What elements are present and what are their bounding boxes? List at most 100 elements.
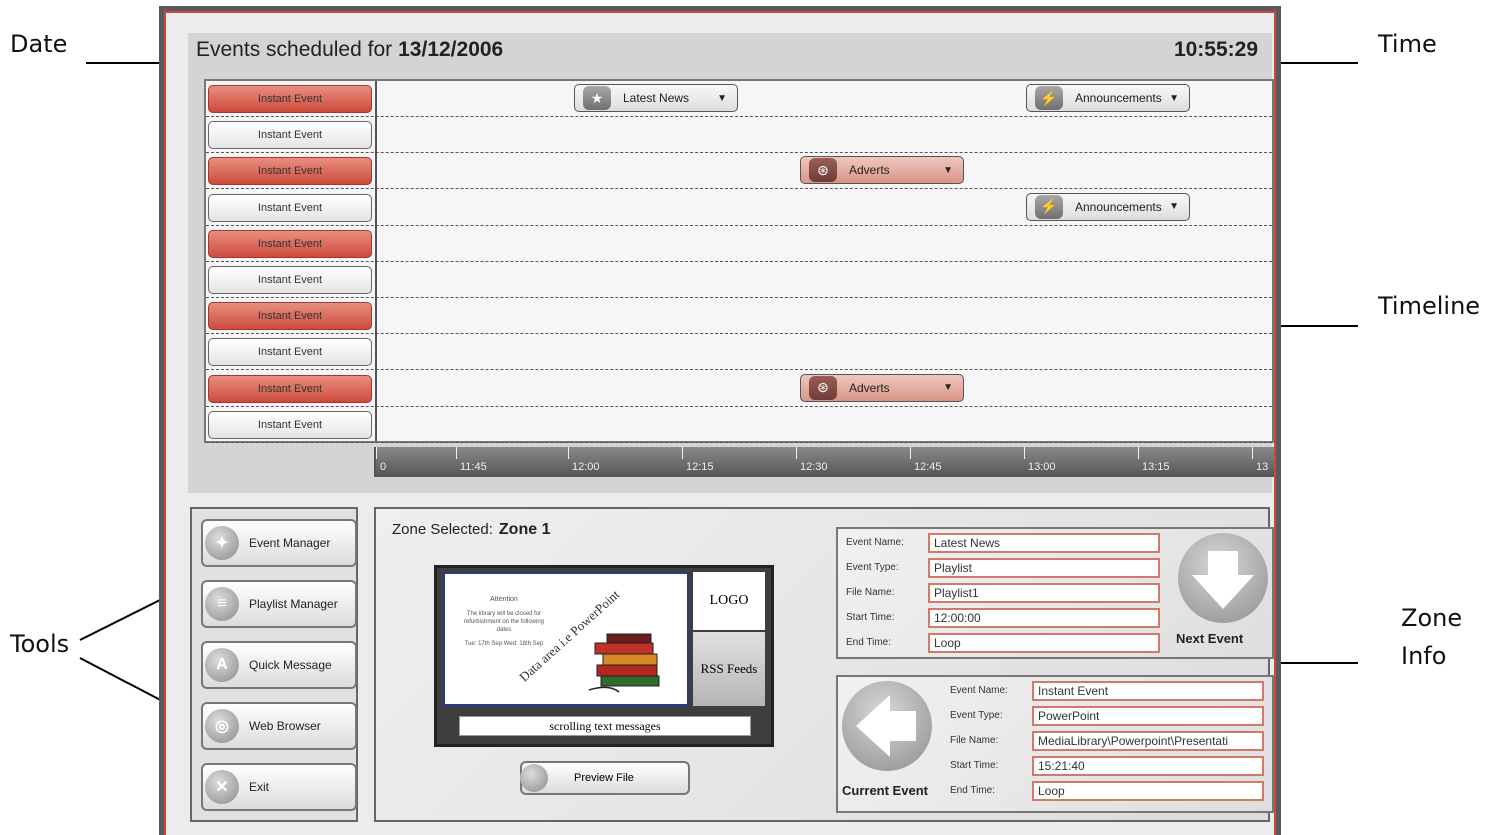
playlist-icon: ≡ (205, 587, 239, 621)
field-label: File Name: (950, 735, 999, 746)
scheduled-event[interactable]: ★ Latest News ▼ (574, 84, 738, 112)
timeline-tick: 12:15 (682, 447, 714, 477)
tool-label: Event Manager (249, 536, 331, 550)
next-event-title: Next Event (1176, 631, 1244, 646)
preview-file-button[interactable]: Preview File (520, 761, 690, 795)
zone-preview: Attention The library will be closed for… (434, 565, 774, 747)
preview-file-label: Preview File (574, 772, 634, 784)
timeline-row: Instant Event (206, 298, 1272, 335)
zone-selected-value: Zone 1 (498, 521, 551, 538)
tools-callout: Tools (10, 630, 70, 658)
schedule-date: 13/12/2006 (398, 38, 504, 61)
tool-button[interactable]: ✦ Event Manager (201, 519, 357, 567)
instant-event-button[interactable]: Instant Event (208, 410, 372, 439)
zone-selected-prefix: Zone Selected: (392, 521, 493, 538)
tool-label: Web Browser (249, 719, 321, 733)
field-value: Playlist (928, 558, 1160, 578)
left-arrow-icon[interactable] (842, 681, 932, 771)
timeline-row: Instant Event (206, 262, 1272, 298)
tool-button[interactable]: ◎ Web Browser (201, 702, 357, 750)
app-window: Events scheduled for 13/12/2006 10:55:29 … (159, 6, 1281, 835)
scheduled-event[interactable]: ⊛ Adverts ▼ (800, 373, 964, 402)
instant-event-button[interactable]: Instant Event (208, 302, 372, 331)
scheduled-event-label: Latest News (623, 91, 690, 105)
timeline-row: Instant Event (206, 407, 1272, 443)
scheduled-event[interactable]: ⚡ Announcements ▼ (1026, 84, 1190, 112)
exit-icon: ✕ (205, 770, 239, 804)
star-icon: ★ (583, 86, 611, 110)
dropdown-arrow-icon[interactable]: ▼ (1169, 201, 1179, 212)
film-reel-icon: ⊛ (809, 158, 837, 183)
scheduled-event-label: Announcements (1075, 91, 1162, 105)
zone-panel: Zone Selected: Zone 1 Attention The libra… (374, 507, 1274, 822)
event-manager-icon: ✦ (205, 526, 239, 560)
instant-event-button[interactable]: Instant Event (208, 157, 372, 186)
app-body: Events scheduled for 13/12/2006 10:55:29 … (164, 11, 1276, 835)
field-value: 15:21:40 (1032, 756, 1264, 776)
dropdown-arrow-icon[interactable]: ▼ (943, 382, 953, 393)
ticker-area: scrolling text messages (459, 716, 751, 736)
timeline-tick: 13:15 (1138, 447, 1170, 477)
timeline-row: Instant Event (206, 226, 1272, 262)
timeline-ruler[interactable]: 0 11:45 12:00 12:15 12:30 12:45 13:00 13:15 13 (374, 447, 1274, 477)
slide-heading: Attention (490, 596, 518, 603)
tool-button[interactable]: ≡ Playlist Manager (201, 580, 357, 628)
tool-button[interactable]: ✕ Exit (201, 763, 357, 811)
books-image (588, 633, 660, 693)
field-value: Latest News (928, 533, 1160, 553)
lightning-icon: ⚡ (1035, 194, 1063, 219)
instant-event-button[interactable]: Instant Event (208, 85, 372, 113)
globe-icon: ◎ (205, 709, 239, 743)
scheduled-event[interactable]: ⚡ Announcements ▼ (1026, 192, 1190, 221)
timeline-tick: 12:00 (568, 447, 600, 477)
schedule-panel: Events scheduled for 13/12/2006 10:55:29 … (188, 33, 1274, 493)
dropdown-arrow-icon[interactable]: ▼ (717, 93, 727, 104)
timeline-row: Instant Event ⊛ Adverts ▼ (206, 371, 1272, 407)
instant-event-button[interactable]: Instant Event (208, 266, 372, 294)
dropdown-arrow-icon[interactable]: ▼ (943, 165, 953, 176)
instant-event-button[interactable]: Instant Event (208, 374, 372, 403)
slide-body: The library will be closed for refurbish… (463, 611, 545, 633)
field-label: Event Name: (846, 537, 904, 548)
zone-info-callout-1: Zone (1401, 604, 1463, 632)
schedule-prefix: Events scheduled for (196, 38, 393, 61)
field-value: Playlist1 (928, 583, 1160, 603)
scheduled-event[interactable]: ⊛ Adverts ▼ (800, 156, 964, 185)
timeline-tick: 13 (1252, 447, 1268, 477)
instant-event-button[interactable]: Instant Event (208, 229, 372, 258)
field-value: Loop (1032, 781, 1264, 801)
scheduled-event-label: Adverts (849, 163, 890, 178)
timeline-callout: Timeline (1378, 292, 1481, 320)
instant-event-button[interactable]: Instant Event (208, 121, 372, 150)
current-event-box: Current Event Event Name: Instant Event Ev… (836, 675, 1274, 813)
film-reel-icon: ⊛ (809, 375, 837, 400)
dropdown-arrow-icon[interactable]: ▼ (1169, 93, 1179, 104)
tool-button[interactable]: A Quick Message (201, 641, 357, 689)
instant-event-button[interactable]: Instant Event (208, 338, 372, 367)
rss-area: RSS Feeds (693, 632, 765, 706)
field-label: Event Type: (846, 562, 899, 573)
timeline-tick: 0 (376, 447, 386, 477)
timeline-tick: 11:45 (456, 447, 487, 477)
timeline-grid: Instant Event ★ Latest News ▼ ⚡ Announcements… (204, 79, 1274, 443)
timeline-row: Instant Event ★ Latest News ▼ ⚡ Announcements… (206, 81, 1272, 117)
field-value: Instant Event (1032, 681, 1264, 701)
field-value: PowerPoint (1032, 706, 1264, 726)
timeline-row: Instant Event (206, 334, 1272, 371)
schedule-header: Events scheduled for 13/12/2006 10:55:29 (188, 33, 1272, 67)
zone-selected-label: Zone Selected: Zone 1 (392, 521, 550, 539)
field-label: Start Time: (846, 612, 895, 623)
slide-dates: Tue: 17th Sep Wed: 18th Sep (464, 641, 544, 647)
field-label: Start Time: (950, 760, 999, 771)
magnifier-icon (520, 764, 548, 792)
instant-event-button[interactable]: Instant Event (208, 193, 372, 222)
field-label: End Time: (846, 637, 892, 648)
tools-panel: ✦ Event Manager ≡ Playlist Manager A Quick Me… (190, 507, 358, 822)
field-value: Loop (928, 633, 1160, 653)
time-callout: Time (1378, 30, 1437, 58)
schedule-title: Events scheduled for 13/12/2006 (196, 38, 503, 62)
field-label: Event Type: (950, 710, 1003, 721)
timeline-row: Instant Event (206, 117, 1272, 154)
scheduled-event-label: Announcements (1075, 199, 1162, 214)
down-arrow-icon[interactable] (1178, 533, 1268, 623)
